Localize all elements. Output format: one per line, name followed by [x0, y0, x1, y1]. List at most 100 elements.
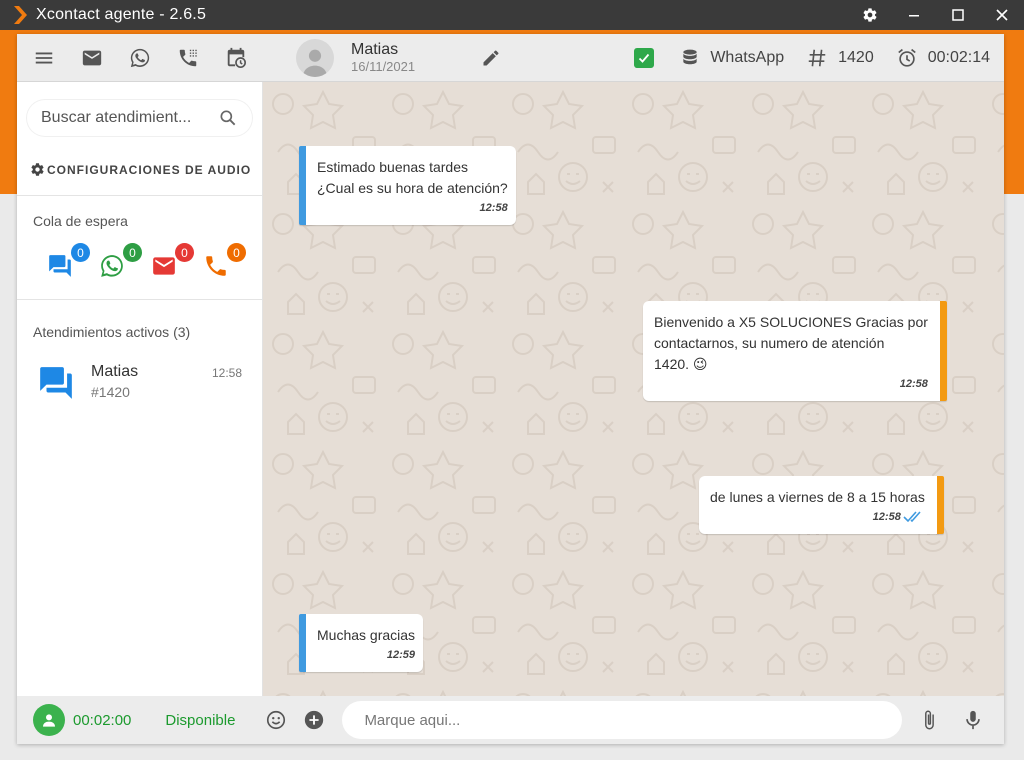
maximize-button[interactable]: [936, 0, 980, 30]
agent-status-button[interactable]: [33, 704, 65, 736]
schedule-button[interactable]: [212, 34, 260, 82]
app-frame: Matias 16/11/2021 WhatsApp 1420 00:02:14: [17, 34, 1004, 744]
calendar-clock-icon: [227, 47, 246, 68]
elapsed-timer: 00:02:14: [896, 47, 990, 69]
message-incoming: Muchas gracias 12:59: [299, 614, 424, 672]
window-title: Xcontact agente - 2.6.5: [36, 6, 207, 23]
attach-file-button[interactable]: [910, 701, 948, 739]
pencil-icon: [483, 49, 499, 65]
message-time-text: 12:58: [872, 511, 901, 523]
message-time: 12:58: [654, 377, 928, 391]
phone-icon: [206, 256, 226, 276]
queue-whatsapp[interactable]: 0: [99, 243, 151, 283]
whatsapp-channel-button[interactable]: [116, 34, 164, 82]
whatsapp-icon: [101, 255, 123, 277]
message-line: 1420. 😉: [654, 356, 708, 372]
message-line: de lunes a viernes de 8 a 15 horas: [710, 489, 925, 505]
message-time: 12:59: [317, 648, 415, 662]
active-label: Atendimientos activos (3): [33, 324, 191, 340]
message-incoming: Estimado buenas tardes ¿Cual es su hora …: [299, 146, 516, 225]
search-box: [27, 100, 252, 136]
queue-phone[interactable]: 0: [203, 243, 255, 283]
emoji-button[interactable]: [257, 701, 295, 739]
ticket-indicator: 1420: [806, 47, 874, 69]
message-time-text: 12:59: [386, 649, 416, 661]
divider: [17, 299, 262, 300]
contact-name: Matias: [351, 41, 399, 59]
mail-icon: [153, 257, 175, 275]
search-icon[interactable]: [218, 108, 238, 128]
hash-icon: [808, 49, 826, 66]
person-icon: [302, 49, 328, 77]
settings-window-button[interactable]: [848, 0, 892, 30]
active-item-name: Matias: [91, 363, 139, 380]
queue-email[interactable]: 0: [151, 243, 203, 283]
message-time: 12:58: [317, 201, 508, 215]
message-outgoing: Bienvenido a X5 SOLUCIONES Gracias por c…: [643, 301, 947, 401]
xcontact-logo: [14, 6, 27, 24]
queue-channels: 0 0 0 0: [47, 243, 262, 283]
active-item-number: #1420: [91, 383, 130, 400]
bottom-bar: 00:02:00 Disponible: [17, 696, 1004, 744]
alarm-clock-icon: [897, 48, 916, 67]
contact-date: 16/11/2021: [351, 59, 416, 75]
queue-label: Cola de espera: [33, 213, 128, 229]
chat-icon: [49, 255, 71, 277]
queue-email-count: 0: [175, 243, 194, 262]
menu-icon: [35, 52, 53, 63]
agent-status: Disponible: [165, 711, 236, 729]
check-icon: [639, 53, 650, 63]
whatsapp-icon: [130, 48, 150, 67]
status-check-button[interactable]: [634, 47, 655, 68]
channel-indicator: WhatsApp: [680, 48, 784, 68]
gear-icon: [31, 163, 44, 176]
paperclip-icon: [925, 710, 935, 730]
maximize-icon: [952, 9, 964, 21]
divider: [17, 195, 262, 196]
chat-area: Estimado buenas tardes ¿Cual es su hora …: [263, 82, 1004, 696]
message-time: 12:58: [710, 510, 925, 524]
message-line: contactarnos, su numero de atención: [654, 335, 885, 351]
queue-chat-count: 0: [71, 243, 90, 262]
double-check-icon: [903, 511, 921, 523]
audio-settings-button[interactable]: CONFIGURACIONES DE AUDIO: [30, 162, 262, 177]
contact-avatar: [296, 38, 334, 77]
close-button[interactable]: [980, 0, 1024, 30]
channel-name: WhatsApp: [710, 48, 785, 66]
edit-contact-button[interactable]: [467, 34, 515, 82]
message-line: Estimado buenas tardes: [317, 159, 468, 175]
message-line: Bienvenido a X5 SOLUCIONES Gracias por: [654, 314, 928, 330]
plus-circle-icon: [305, 710, 324, 730]
queue-whatsapp-count: 0: [123, 243, 142, 262]
message-outgoing: de lunes a viernes de 8 a 15 horas 12:58: [699, 476, 944, 534]
close-icon: [996, 9, 1008, 21]
ticket-number: 1420: [838, 48, 874, 66]
mail-icon: [82, 50, 102, 65]
active-item-time: 12:58: [211, 366, 242, 380]
chat-icon: [40, 367, 72, 399]
message-line: Muchas gracias: [317, 627, 416, 643]
sidebar: CONFIGURACIONES DE AUDIO Cola de espera …: [17, 82, 263, 696]
dialpad-phone-icon: [179, 49, 197, 66]
minimize-button[interactable]: [892, 0, 936, 30]
queue-chat[interactable]: 0: [47, 243, 99, 283]
add-attachment-button[interactable]: [295, 701, 333, 739]
queue-phone-count: 0: [227, 243, 246, 262]
message-time-text: 12:58: [479, 202, 508, 214]
message-line: ¿Cual es su hora de atención?: [317, 180, 508, 196]
current-contact: Matias 16/11/2021: [296, 34, 515, 82]
database-icon: [683, 49, 697, 64]
message-time-text: 12:58: [899, 378, 928, 390]
voice-record-button[interactable]: [954, 701, 992, 739]
active-conversation-item[interactable]: Matias #1420 12:58: [17, 362, 262, 416]
phone-channel-button[interactable]: [164, 34, 212, 82]
emoji-icon: [267, 710, 286, 730]
menu-button[interactable]: [20, 34, 68, 82]
audio-settings-label: CONFIGURACIONES DE AUDIO: [47, 162, 252, 177]
window-title-bar: Xcontact agente - 2.6.5: [0, 0, 1024, 30]
email-channel-button[interactable]: [68, 34, 116, 82]
top-toolbar: Matias 16/11/2021 WhatsApp 1420 00:02:14: [17, 34, 1004, 82]
agent-session-time: 00:02:00: [73, 711, 132, 729]
search-input[interactable]: [41, 109, 211, 127]
message-input[interactable]: [342, 701, 903, 739]
